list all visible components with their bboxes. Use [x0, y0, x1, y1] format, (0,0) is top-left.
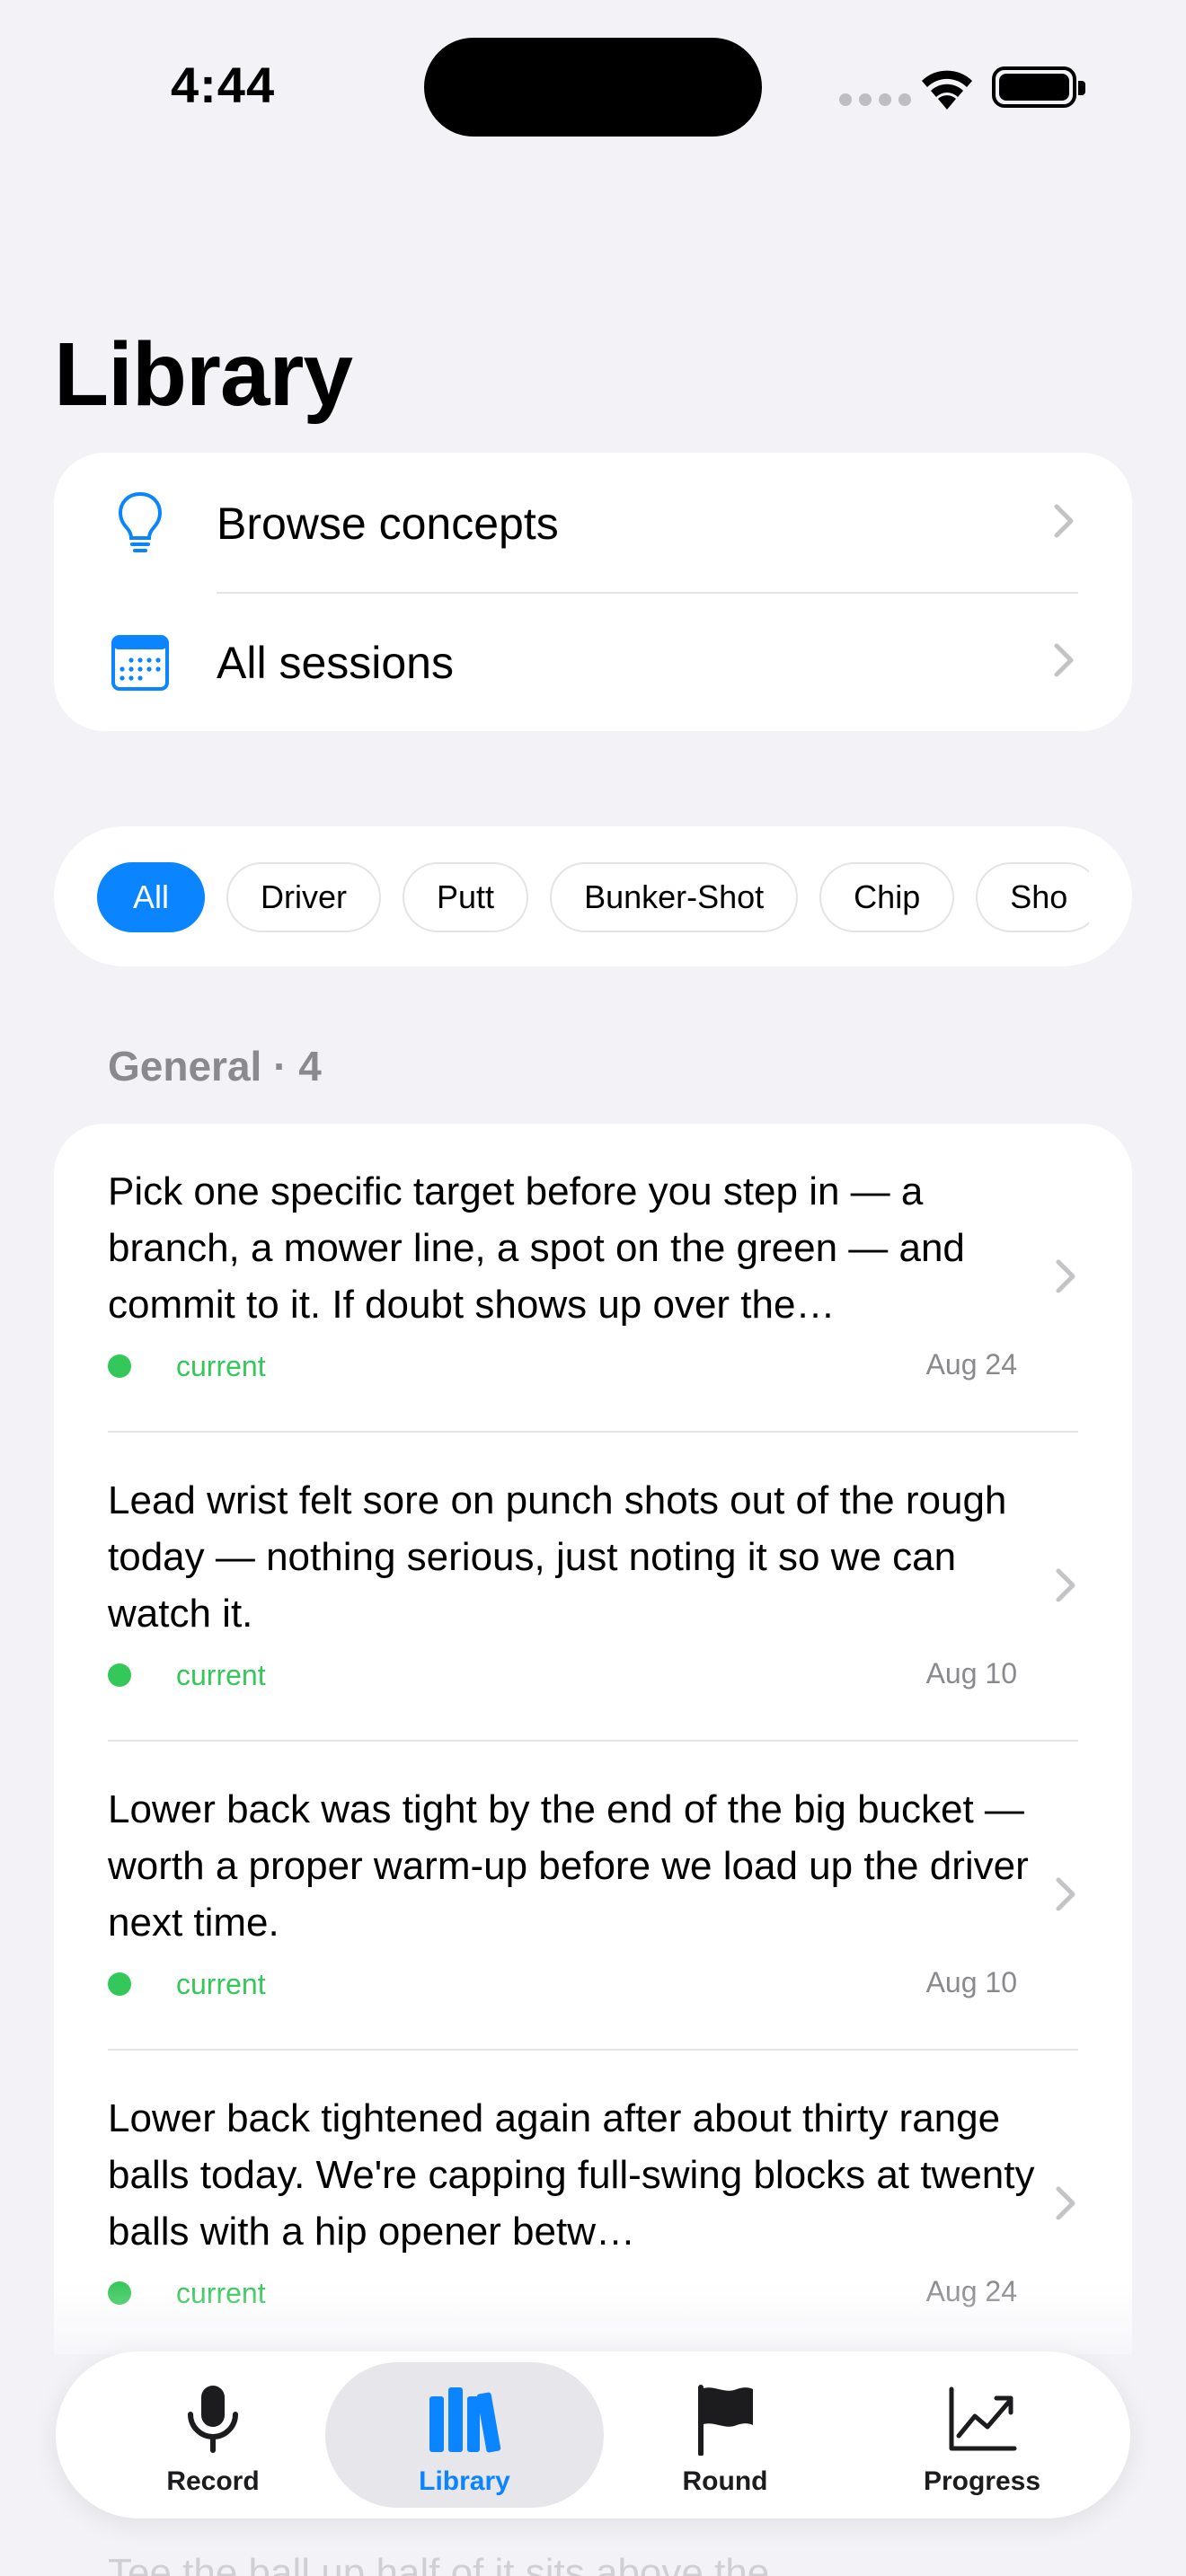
next-note-text: Tee the ball up half of it sits above th… [108, 2551, 770, 2576]
note-date: Aug 10 [925, 1966, 1017, 1998]
filter-chip-bunker-shot[interactable]: Bunker-Shot [550, 862, 799, 932]
status-time: 4:44 [171, 57, 276, 113]
note-date: Aug 24 [925, 1348, 1017, 1381]
page-title: Library [54, 324, 353, 425]
wifi-icon [922, 70, 972, 110]
books-icon [429, 2387, 501, 2453]
section-header: General · 4 [108, 1043, 322, 1090]
note-text: Pick one specific target before you step… [108, 1169, 965, 1327]
tab-progress-label: Progress [923, 2466, 1041, 2496]
status-text: current [176, 1658, 266, 1691]
all-sessions-label: All sessions [217, 638, 454, 688]
library-menu-card: Browse concepts All sessions [54, 453, 1132, 731]
chevron-right-icon [1056, 1877, 1075, 1911]
filter-bar: All Driver Putt Bunker-Shot Chip Sho [54, 826, 1132, 966]
note-item[interactable]: Lower back was tight by the end of the b… [54, 1742, 1132, 2051]
note-text: Lower back was tight by the end of the b… [108, 1787, 1029, 1945]
status-text: current [176, 1349, 266, 1382]
tab-library-label: Library [419, 2466, 510, 2496]
note-status: current [108, 1966, 266, 2002]
tab-progress[interactable]: Progress [843, 2362, 1121, 2508]
tab-round[interactable]: Round [586, 2362, 864, 2508]
status-bar: 4:44 [0, 0, 1186, 180]
filter-chips[interactable]: All Driver Putt Bunker-Shot Chip Sho [97, 862, 1089, 932]
flag-icon [698, 2385, 753, 2456]
chevron-right-icon [1056, 2186, 1075, 2220]
chevron-right-icon [1054, 643, 1074, 677]
tab-round-label: Round [682, 2466, 768, 2496]
status-dot-icon [108, 1972, 131, 1996]
filter-chip-putt[interactable]: Putt [403, 862, 529, 932]
tab-bar: Record Library Round Progress [56, 2351, 1130, 2519]
cellular-signal-icon [839, 93, 911, 106]
chevron-right-icon [1056, 1259, 1075, 1293]
filter-chip-all[interactable]: All [97, 862, 206, 932]
status-dot-icon [108, 1663, 131, 1687]
status-dot-icon [108, 1354, 131, 1378]
chevron-right-icon [1054, 504, 1074, 538]
filter-chip-chip[interactable]: Chip [819, 862, 955, 932]
chart-line-icon [949, 2386, 1017, 2451]
note-item[interactable]: Lead wrist felt sore on punch shots out … [54, 1433, 1132, 1742]
note-text: Lower back tightened again after about t… [108, 2096, 1035, 2254]
dynamic-island [424, 38, 762, 137]
calendar-icon [111, 635, 169, 691]
note-text: Lead wrist felt sore on punch shots out … [108, 1478, 1007, 1636]
status-text: current [176, 1967, 266, 2000]
browse-concepts-row[interactable]: Browse concepts [54, 453, 1132, 592]
note-status: current [108, 1657, 266, 1693]
all-sessions-row[interactable]: All sessions [54, 592, 1132, 731]
microphone-icon [188, 2386, 238, 2453]
browse-concepts-label: Browse concepts [217, 498, 559, 549]
lightbulb-icon [118, 491, 163, 552]
tab-library[interactable]: Library [325, 2362, 604, 2508]
notes-list: Pick one specific target before you step… [54, 1124, 1132, 2354]
note-item[interactable]: Pick one specific target before you step… [54, 1124, 1132, 1433]
chevron-right-icon [1056, 1568, 1075, 1602]
tab-record-label: Record [166, 2466, 260, 2496]
note-date: Aug 10 [925, 1657, 1017, 1689]
filter-chip-driver[interactable]: Driver [226, 862, 382, 932]
filter-chip-sho[interactable]: Sho [976, 862, 1089, 932]
tab-record[interactable]: Record [74, 2362, 352, 2508]
battery-icon [992, 66, 1085, 108]
note-status: current [108, 1348, 266, 1384]
